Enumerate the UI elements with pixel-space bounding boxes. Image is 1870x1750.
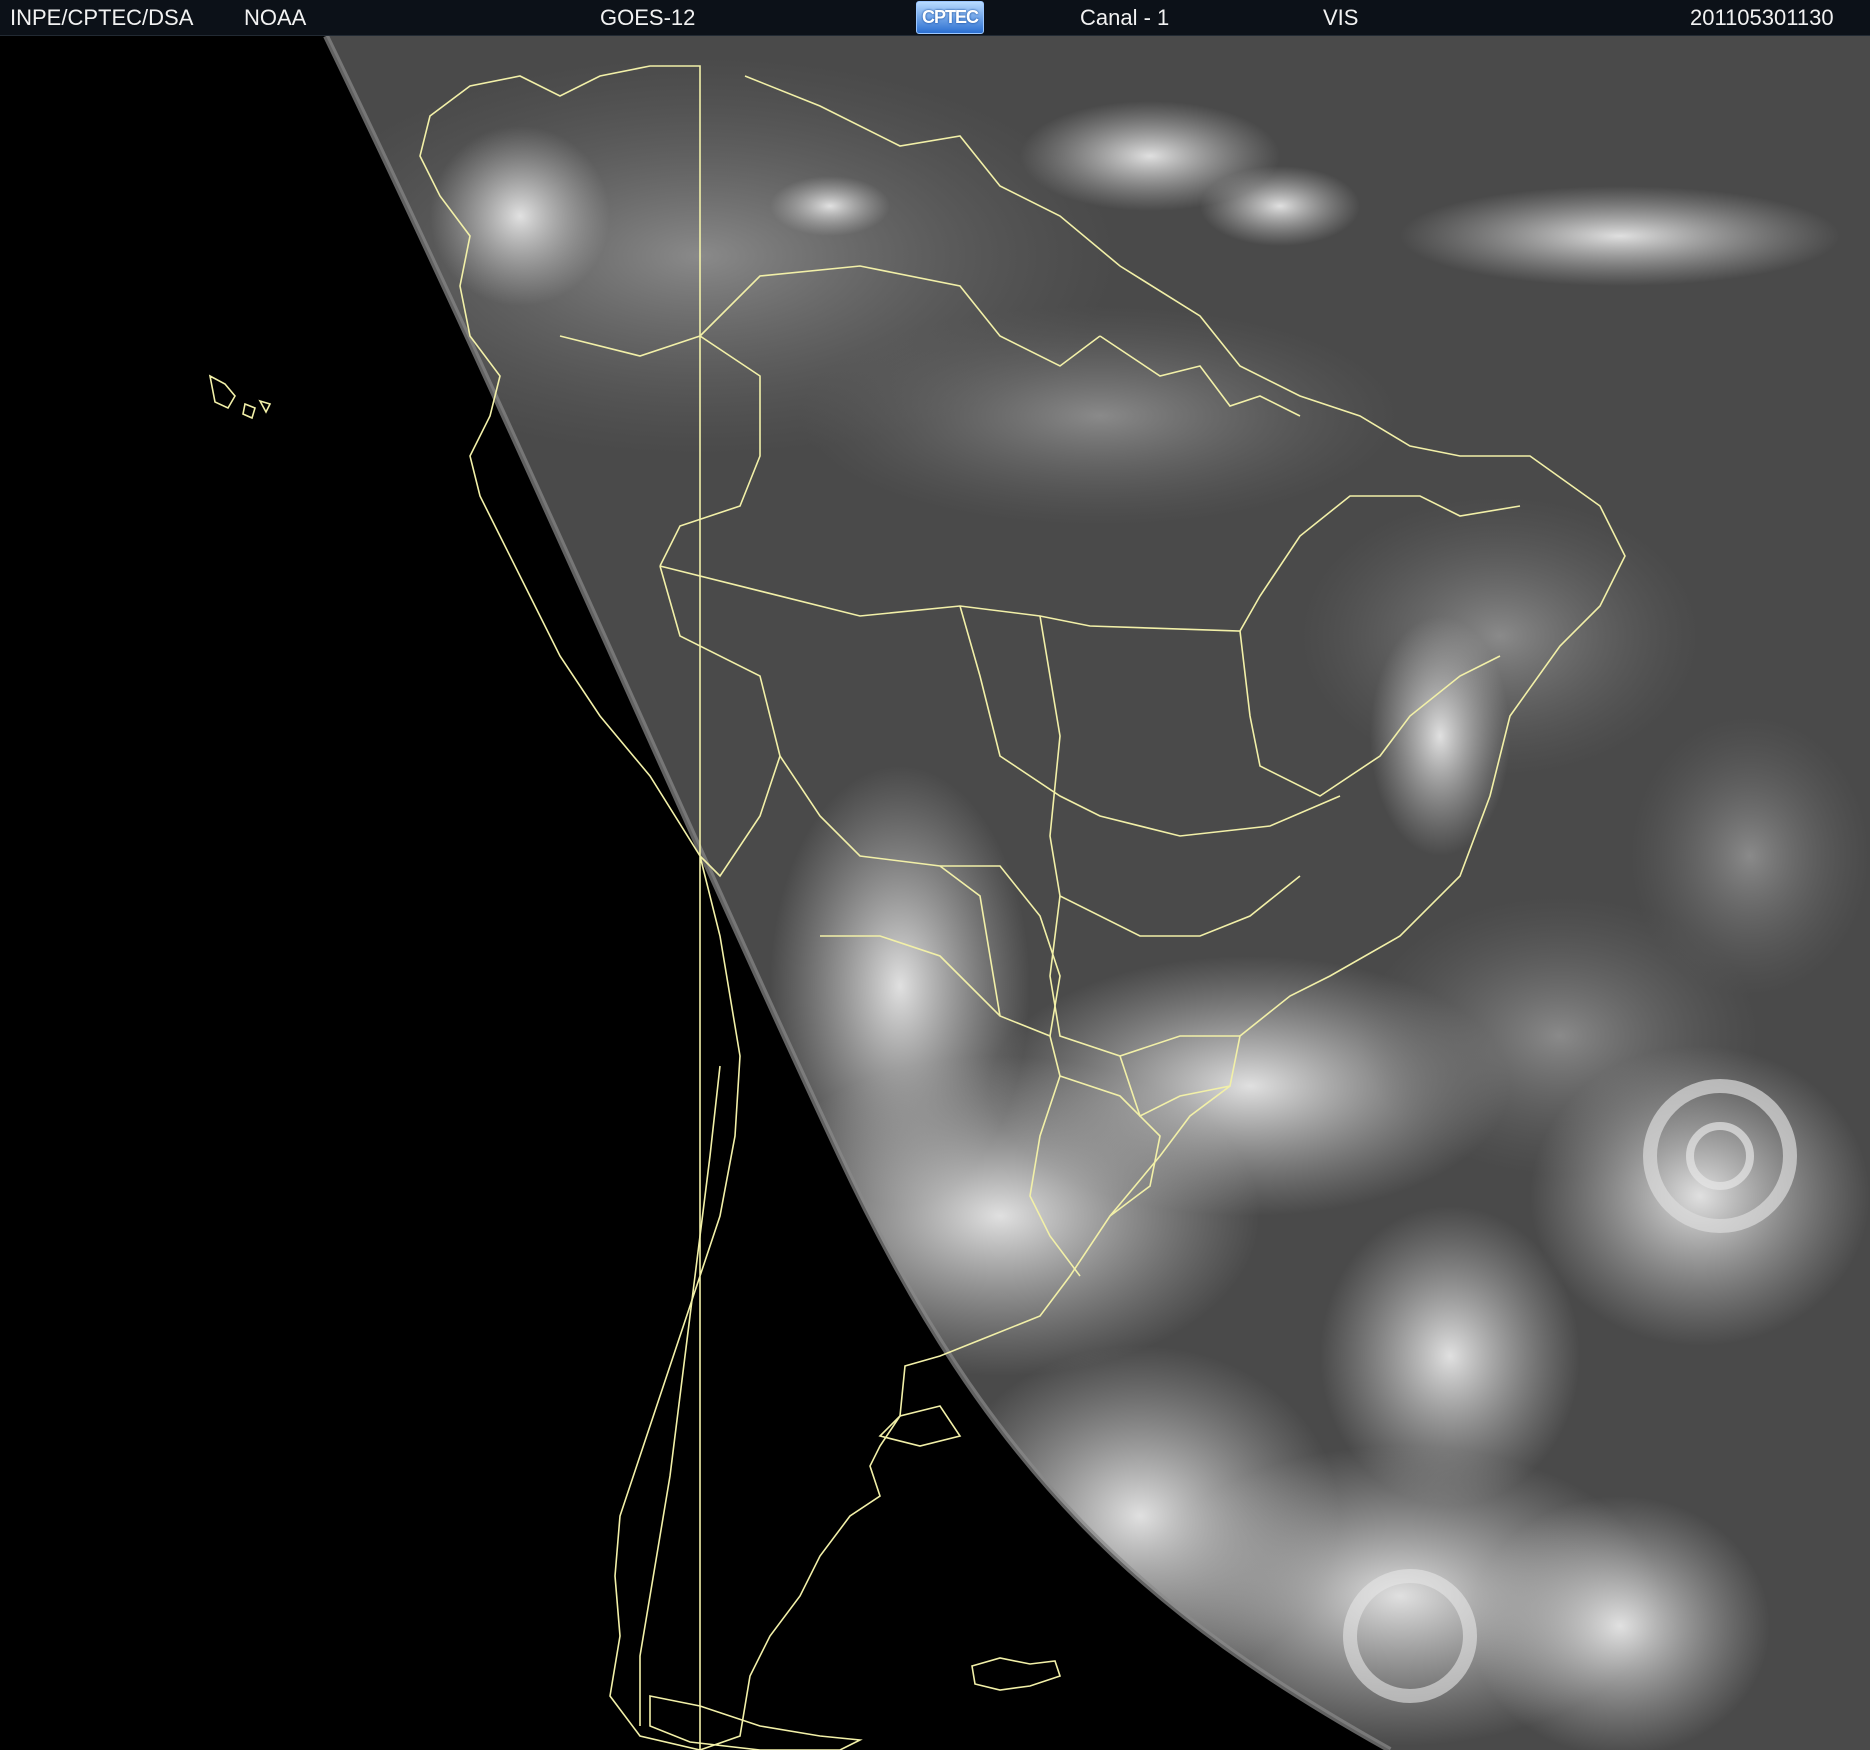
satellite-label: GOES-12 xyxy=(600,5,696,30)
logo-text: CPTEC xyxy=(921,7,979,27)
header-bar: INPE/CPTEC/DSA NOAA GOES-12 CPTEC Canal … xyxy=(0,0,1870,36)
source-label: NOAA xyxy=(244,5,307,30)
agency-label: INPE/CPTEC/DSA xyxy=(10,5,194,30)
channel-label: Canal - 1 xyxy=(1080,5,1170,30)
timestamp-label: 201105301130 xyxy=(1690,5,1834,30)
band-label: VIS xyxy=(1323,5,1359,30)
cptec-logo: CPTEC xyxy=(916,1,984,34)
satellite-image xyxy=(0,36,1870,1750)
